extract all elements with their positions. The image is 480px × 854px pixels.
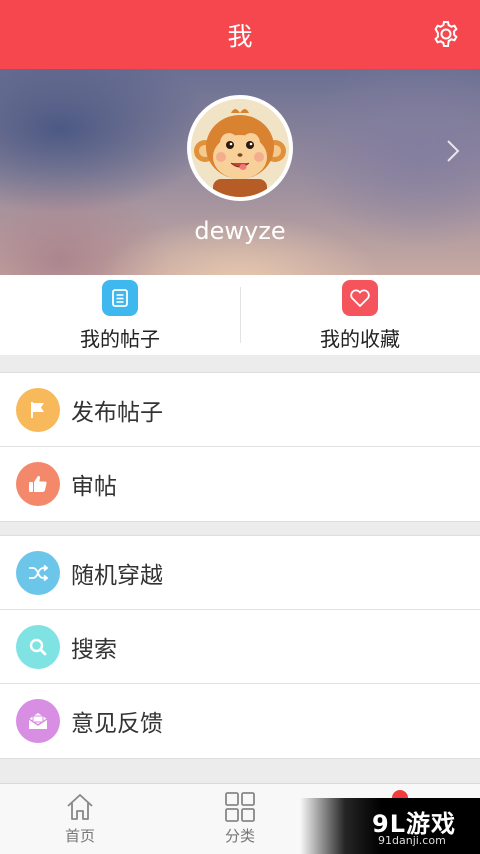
avatar[interactable] [187,95,293,201]
random-travel-label: 随机穿越 [71,562,163,589]
grid-icon [225,792,255,822]
document-icon [102,280,138,316]
username: dewyze [194,217,286,245]
shuffle-icon [16,550,60,595]
tab-category-label: 分类 [224,827,255,845]
publish-post-label: 发布帖子 [71,399,163,426]
publish-post-item[interactable]: 发布帖子 [0,373,480,447]
my-favorites-label: 我的收藏 [320,327,400,351]
profile-banner[interactable]: dewyze [0,69,480,275]
my-posts-button[interactable]: 我的帖子 [0,275,240,355]
home-icon [67,794,93,820]
review-post-item[interactable]: 审帖 [0,447,480,521]
menu-group-1: 发布帖子 审帖 [0,372,480,522]
tab-category[interactable]: 分类 [160,784,320,854]
feedback-label: 意见反馈 [71,711,163,737]
search-icon [16,624,60,669]
page-title: 我 [227,21,253,51]
feedback-item[interactable]: 意见反馈 [0,684,480,758]
tab-home-label: 首页 [64,827,95,845]
my-posts-label: 我的帖子 [80,327,160,351]
random-travel-item[interactable]: 随机穿越 [0,536,480,610]
monkey-avatar-icon [191,99,289,197]
watermark: 9L游戏 91danji.com [300,798,480,854]
thumbs-up-icon [16,462,60,506]
top-bar: 我 [0,0,480,69]
menu-group-2: 随机穿越 搜索 意见反馈 [0,535,480,759]
quick-divider [240,287,241,343]
gear-icon[interactable] [432,20,460,48]
my-favorites-button[interactable]: 我的收藏 [240,275,480,355]
mail-icon [16,699,60,743]
chevron-right-icon[interactable] [446,139,460,163]
review-post-label: 审帖 [71,474,117,500]
search-item[interactable]: 搜索 [0,610,480,684]
flag-icon [16,387,60,432]
quick-actions: 我的帖子 我的收藏 [0,275,480,355]
search-label: 搜索 [71,636,117,663]
heart-icon [342,280,378,316]
tab-home[interactable]: 首页 [0,784,160,854]
watermark-url: 91danji.com [378,834,446,847]
